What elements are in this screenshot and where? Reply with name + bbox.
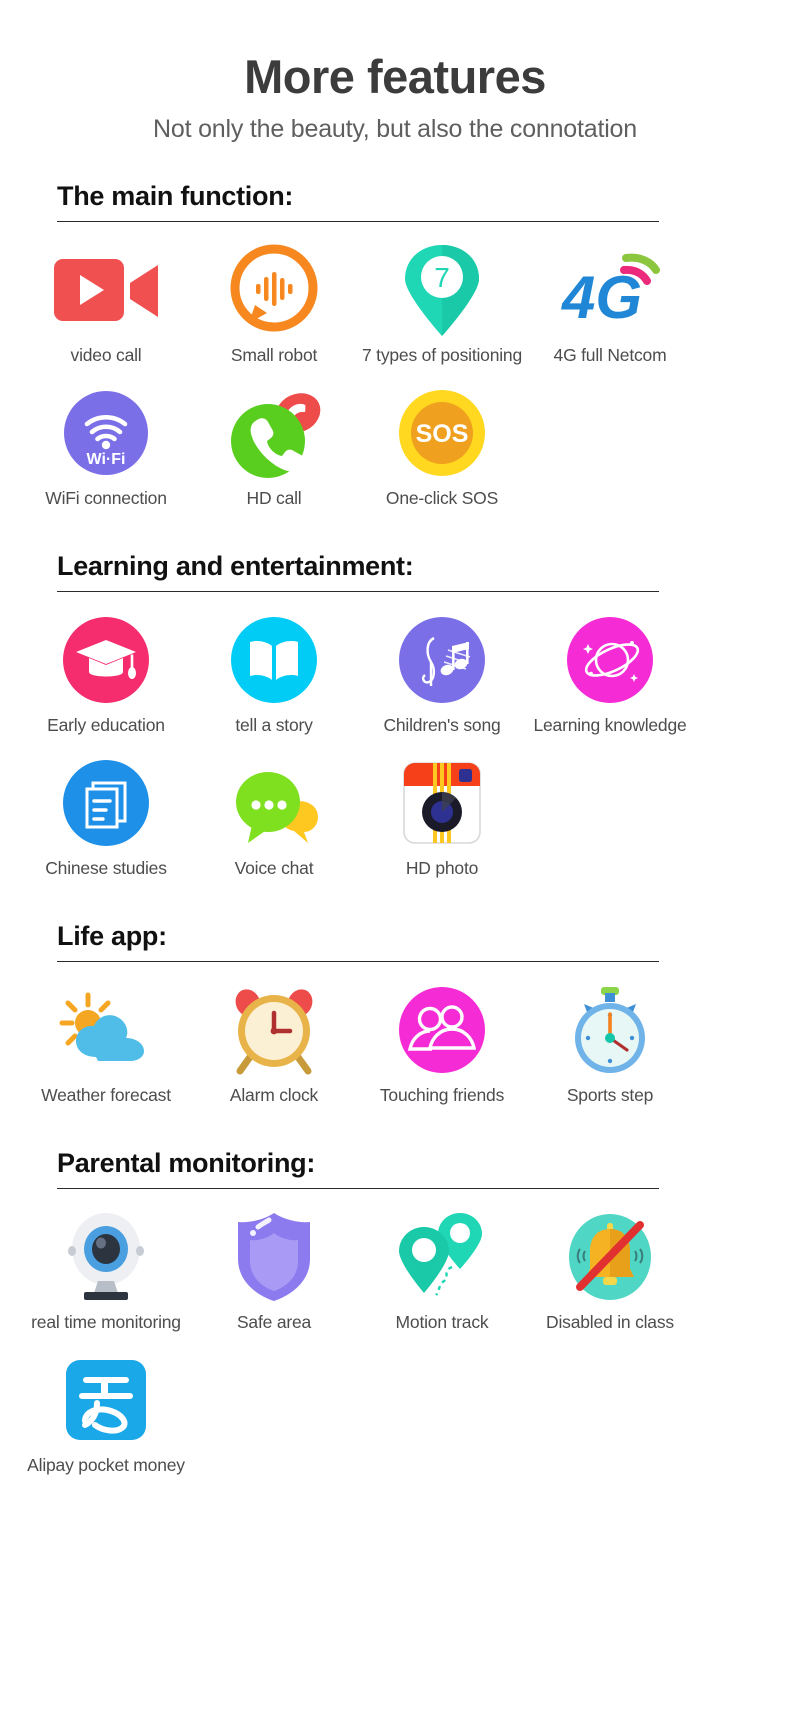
feature-item-sos[interactable]: SOS One-click SOS bbox=[358, 387, 526, 508]
chat-bubble-icon bbox=[190, 757, 358, 849]
feature-label: 4G full Netcom bbox=[553, 345, 667, 366]
feature-label: Voice chat bbox=[234, 858, 314, 879]
feature-item-voice-chat[interactable]: Voice chat bbox=[190, 757, 358, 878]
section-header: Life app: bbox=[57, 922, 659, 962]
feature-label: 7 types of positioning bbox=[361, 345, 522, 366]
feature-grid: video call Small robot 7 7 types of posi… bbox=[22, 222, 768, 508]
4g-netcom-icon: 4G bbox=[526, 244, 694, 336]
planet-icon bbox=[526, 614, 694, 706]
video-call-icon bbox=[22, 244, 190, 336]
friends-icon bbox=[358, 984, 526, 1076]
page-title: More features bbox=[244, 50, 546, 103]
camera-icon bbox=[358, 757, 526, 849]
alarm-clock-icon bbox=[190, 984, 358, 1076]
wifi-icon: Wi·Fi bbox=[22, 387, 190, 479]
feature-item-early-education[interactable]: Early education bbox=[22, 614, 190, 735]
feature-label: Weather forecast bbox=[41, 1084, 171, 1105]
feature-item-video-call[interactable]: video call bbox=[22, 244, 190, 365]
music-note-icon bbox=[358, 614, 526, 706]
feature-item-wifi[interactable]: Wi·Fi WiFi connection bbox=[22, 387, 190, 508]
document-icon bbox=[22, 757, 190, 849]
shield-icon bbox=[190, 1211, 358, 1303]
feature-label: One-click SOS bbox=[385, 488, 499, 509]
feature-grid: real time monitoring Safe area Motion tr… bbox=[22, 1189, 768, 1475]
section-title: Life app: bbox=[57, 921, 167, 952]
section-header: Parental monitoring: bbox=[57, 1148, 659, 1189]
feature-item-tell-a-story[interactable]: tell a story bbox=[190, 614, 358, 735]
section-header: The main function: bbox=[57, 181, 659, 223]
section-header: Learning and entertainment: bbox=[57, 552, 659, 592]
weather-cloud-sun-icon bbox=[22, 984, 190, 1076]
feature-item-small-robot[interactable]: Small robot bbox=[190, 244, 358, 365]
graduation-cap-icon bbox=[22, 614, 190, 706]
section-parental-monitoring: Parental monitoring: real time monitorin… bbox=[0, 1148, 790, 1475]
motion-track-icon bbox=[358, 1211, 526, 1303]
feature-label: Small robot bbox=[230, 345, 318, 366]
feature-item-real-time-monitoring[interactable]: real time monitoring bbox=[22, 1211, 190, 1332]
svg-text:Wi·Fi: Wi·Fi bbox=[87, 451, 126, 468]
section-main-function: The main function: video call Small robo… bbox=[0, 181, 790, 509]
svg-text:7: 7 bbox=[434, 262, 450, 293]
webcam-icon bbox=[22, 1211, 190, 1303]
feature-label: Sports step bbox=[566, 1084, 654, 1105]
stopwatch-icon bbox=[526, 984, 694, 1076]
hd-call-icon bbox=[190, 387, 358, 479]
section-learning-entertainment: Learning and entertainment: Early educat… bbox=[0, 552, 790, 879]
svg-text:SOS: SOS bbox=[416, 420, 469, 448]
page-subtitle: Not only the beauty, but also the connot… bbox=[153, 115, 637, 144]
feature-item-hd-call[interactable]: HD call bbox=[190, 387, 358, 508]
feature-item-4g-netcom[interactable]: 4G 4G full Netcom bbox=[526, 244, 694, 365]
feature-item-learning-knowledge[interactable]: Learning knowledge bbox=[526, 614, 694, 735]
feature-item-touching-friends[interactable]: Touching friends bbox=[358, 984, 526, 1105]
feature-label: HD call bbox=[246, 488, 302, 509]
feature-item-childrens-song[interactable]: Children's song bbox=[358, 614, 526, 735]
feature-label: Touching friends bbox=[379, 1084, 505, 1105]
feature-label: video call bbox=[70, 345, 142, 366]
feature-label: Alipay pocket money bbox=[27, 1454, 185, 1475]
section-title: The main function: bbox=[57, 181, 294, 212]
svg-text:4G: 4G bbox=[561, 264, 642, 331]
feature-label: Disabled in class bbox=[546, 1311, 674, 1332]
feature-item-alarm-clock[interactable]: Alarm clock bbox=[190, 984, 358, 1105]
feature-label: Learning knowledge bbox=[533, 714, 687, 735]
feature-label: Motion track bbox=[395, 1311, 489, 1332]
feature-item-disabled-in-class[interactable]: Disabled in class bbox=[526, 1211, 694, 1332]
feature-label: Early education bbox=[47, 714, 165, 735]
feature-label: Chinese studies bbox=[45, 858, 167, 879]
feature-item-safe-area[interactable]: Safe area bbox=[190, 1211, 358, 1332]
feature-label: Alarm clock bbox=[229, 1084, 319, 1105]
feature-label: Children's song bbox=[383, 714, 501, 735]
feature-item-weather-forecast[interactable]: Weather forecast bbox=[22, 984, 190, 1105]
bell-disabled-icon bbox=[526, 1211, 694, 1303]
sos-icon: SOS bbox=[358, 387, 526, 479]
feature-item-positioning[interactable]: 7 7 types of positioning bbox=[358, 244, 526, 365]
feature-label: Safe area bbox=[236, 1311, 312, 1332]
section-life-app: Life app: Weather forecast Alarm clock T… bbox=[0, 922, 790, 1105]
feature-item-alipay[interactable]: Alipay pocket money bbox=[22, 1354, 190, 1475]
positioning-pin-icon: 7 bbox=[358, 244, 526, 337]
section-title: Learning and entertainment: bbox=[57, 551, 414, 582]
feature-label: tell a story bbox=[235, 714, 313, 735]
alipay-icon bbox=[22, 1354, 190, 1446]
feature-overview-page: More features Not only the beauty, but a… bbox=[0, 0, 790, 1731]
feature-item-motion-track[interactable]: Motion track bbox=[358, 1211, 526, 1332]
feature-label: real time monitoring bbox=[31, 1311, 181, 1332]
feature-label: WiFi connection bbox=[45, 488, 167, 509]
section-title: Parental monitoring: bbox=[57, 1148, 316, 1179]
small-robot-icon bbox=[190, 244, 358, 336]
feature-item-chinese-studies[interactable]: Chinese studies bbox=[22, 757, 190, 878]
feature-label: HD photo bbox=[405, 858, 479, 879]
open-book-icon bbox=[190, 614, 358, 706]
feature-grid: Weather forecast Alarm clock Touching fr… bbox=[22, 962, 768, 1105]
feature-item-sports-step[interactable]: Sports step bbox=[526, 984, 694, 1105]
feature-item-hd-photo[interactable]: HD photo bbox=[358, 757, 526, 878]
feature-grid: Early education tell a story Children's … bbox=[22, 592, 768, 878]
